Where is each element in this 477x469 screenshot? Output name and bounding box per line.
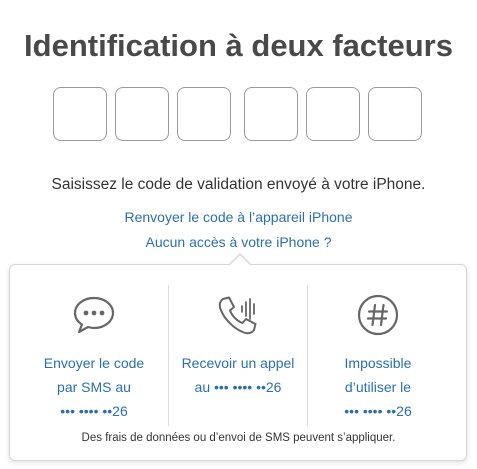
option-label-line: ••• •••• ••26	[60, 403, 128, 419]
sms-fee-note: Des frais de données ou d’envoi de SMS p…	[81, 432, 396, 444]
option-label-line: Impossible	[344, 355, 412, 371]
chat-bubble-icon	[73, 296, 115, 334]
option-label-line: par SMS au	[57, 379, 131, 395]
receive-call-option[interactable]: Recevoir un appel au ••• •••• ••26	[169, 285, 307, 426]
hash-circle-icon	[357, 294, 399, 336]
no-access-link[interactable]: Aucun accès à votre iPhone ?	[0, 234, 477, 250]
page-title: Identification à deux facteurs	[24, 28, 453, 63]
code-digit-2[interactable]	[115, 87, 169, 141]
code-digit-1[interactable]	[53, 87, 107, 141]
option-label-line: au ••• •••• ••26	[194, 379, 282, 395]
code-digit-4[interactable]	[244, 87, 298, 141]
cannot-use-phone-option[interactable]: Impossible d’utiliser le ••• •••• ••26	[308, 285, 448, 426]
code-digit-3[interactable]	[177, 87, 231, 141]
option-label-line: d’utiliser le	[344, 379, 412, 395]
option-label-line: ••• •••• ••26	[344, 403, 412, 419]
code-digit-6[interactable]	[368, 87, 422, 141]
option-label-line: Recevoir un appel	[181, 355, 295, 371]
send-sms-option[interactable]: Envoyer le code par SMS au ••• •••• ••26	[20, 285, 168, 426]
popover-caret-fill	[230, 255, 250, 265]
resend-code-link[interactable]: Renvoyer le code à l’appareil iPhone	[0, 209, 477, 225]
instruction-text: Saisissez le code de validation envoyé à…	[51, 176, 426, 193]
phone-call-icon	[218, 296, 257, 335]
option-label-line: Envoyer le code	[43, 355, 145, 371]
code-digit-5[interactable]	[306, 87, 360, 141]
verification-code-inputs	[0, 87, 477, 143]
